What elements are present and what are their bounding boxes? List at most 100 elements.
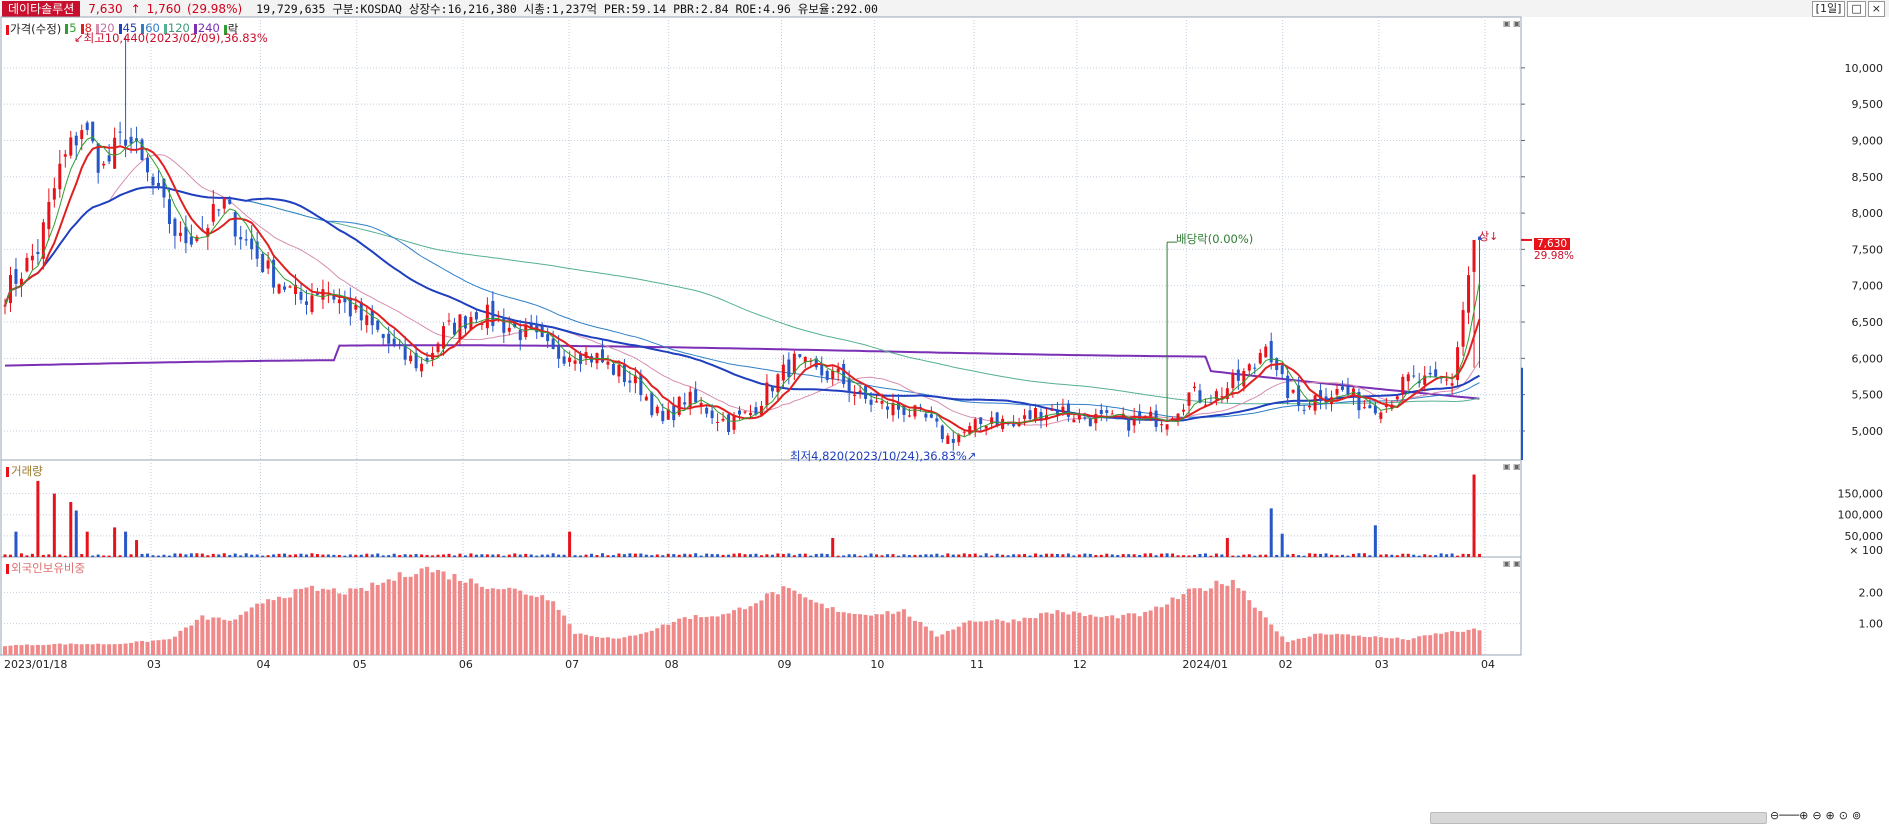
foreign-bar [891, 613, 895, 655]
x-tick-label: 02 [1279, 658, 1293, 671]
foreign-bar [46, 644, 51, 655]
foreign-bar [989, 620, 994, 655]
foreign-bar [852, 614, 857, 655]
volume-bar [392, 553, 396, 557]
volume-bar [699, 555, 703, 557]
foreign-bar [96, 643, 101, 655]
volume-bar [683, 553, 687, 557]
foreign-bar [841, 612, 846, 655]
candle-body [1187, 392, 1191, 406]
foreign-bar [1400, 639, 1405, 655]
volume-bar [1209, 555, 1213, 557]
candle-body [47, 201, 51, 230]
dividend-label: 배당락(0.00%) [1176, 232, 1254, 246]
foreign-bar [238, 614, 243, 655]
foreign-bar [951, 629, 956, 655]
candle-body [1445, 379, 1449, 381]
volume-bar [962, 553, 966, 557]
volume-bar [1324, 553, 1328, 557]
volume-bar [1445, 554, 1449, 557]
volume-bar [1351, 553, 1355, 557]
volume-bar [1149, 553, 1153, 557]
candle-body [1280, 365, 1284, 375]
volume-bar [661, 555, 665, 557]
volume-bar [118, 555, 122, 557]
foreign-bar [858, 614, 863, 655]
volume-bar [1286, 554, 1290, 557]
slider-icon[interactable]: ⊖───⊕ [1770, 809, 1808, 822]
volume-pane-buttons[interactable]: ▣ ▣ [1503, 462, 1521, 471]
foreign-bar [145, 641, 150, 655]
high-annotation: ↙최고10,440(2023/02/09),36.83% [74, 31, 268, 45]
candle-body [716, 421, 720, 423]
foreign-bar [759, 600, 764, 655]
foreign-bar [419, 568, 424, 655]
foreign-bar [1444, 632, 1449, 655]
candle-body [491, 300, 495, 326]
volume-bar [74, 510, 78, 557]
volume-bar [222, 553, 226, 557]
foreign-bar [1028, 618, 1033, 655]
foreign-bar [1225, 585, 1230, 655]
stock-chart[interactable]: 5,000 5,500 6,000 6,500 7,000 7,500 8,000 8,500… [0, 0, 1889, 826]
volume-bar [1395, 555, 1399, 557]
zoom-fit-icon[interactable]: ⊚ [1852, 809, 1861, 822]
candle-body [69, 137, 73, 156]
candle-body [820, 364, 824, 376]
volume-bar [496, 554, 500, 557]
foreign-bar [1461, 631, 1466, 655]
candle-body [979, 417, 983, 425]
price-tick-label: 5,000 [1852, 425, 1884, 438]
foreign-bar [30, 645, 35, 655]
x-tick-label: 07 [565, 658, 579, 671]
candle-body [617, 364, 621, 377]
volume-pane-label[interactable]: 거래량 [6, 463, 43, 479]
foreign-bar [392, 580, 397, 655]
volume-bar [633, 553, 637, 557]
foreign-bar [682, 617, 687, 655]
zoom-reset-icon[interactable]: ⊙ [1839, 809, 1848, 822]
candle-body [398, 344, 402, 346]
volume-bar [759, 555, 763, 557]
foreign-bar [644, 632, 649, 655]
zoom-out-icon[interactable]: ⊖ [1812, 809, 1821, 822]
foreign-bar [1214, 580, 1219, 655]
foreign-bar [1208, 588, 1213, 655]
volume-bar [1478, 553, 1482, 557]
volume-bar [1302, 555, 1306, 557]
foreign-bar [929, 630, 934, 655]
chart-scrollbar[interactable] [1430, 812, 1767, 824]
legend-price[interactable]: 가격(수정) [6, 21, 61, 37]
volume-bar [1143, 553, 1147, 557]
volume-bar [348, 554, 352, 557]
foreign-bar [468, 578, 473, 655]
foreign-pane-buttons[interactable]: ▣ ▣ [1503, 559, 1521, 568]
volume-bar [1023, 553, 1027, 557]
volume-bar [1061, 554, 1065, 557]
volume-bar [425, 554, 429, 557]
foreign-bar [326, 589, 331, 655]
foreign-pane-label[interactable]: 외국인보유비중 [6, 560, 85, 576]
volume-bar [529, 554, 533, 557]
volume-bar [951, 554, 955, 557]
volume-bar [1001, 554, 1005, 557]
volume-bar [628, 553, 632, 557]
candle-body [1258, 352, 1262, 364]
foreign-bar [595, 637, 599, 655]
zoom-in-icon[interactable]: ⊕ [1826, 809, 1835, 822]
price-pane-buttons[interactable]: ▣ ▣ [1503, 19, 1521, 28]
volume-bar [151, 555, 155, 557]
foreign-bar [688, 618, 693, 655]
foreign-bar [194, 619, 199, 655]
volume-bar [1390, 554, 1394, 557]
foreign-bar [386, 579, 391, 655]
foreign-bar [1033, 618, 1038, 655]
foreign-bar [3, 646, 7, 655]
dividend-annotation: 배당락(0.00%) [1176, 231, 1253, 247]
volume-bar [315, 554, 319, 557]
candle-body [1231, 373, 1235, 389]
volume-bar [1258, 554, 1262, 557]
volume-tick-label: 150,000 [1838, 488, 1884, 501]
high-label: 최고10,440(2023/02/09),36.83% [83, 31, 268, 45]
foreign-bar [1406, 639, 1411, 655]
